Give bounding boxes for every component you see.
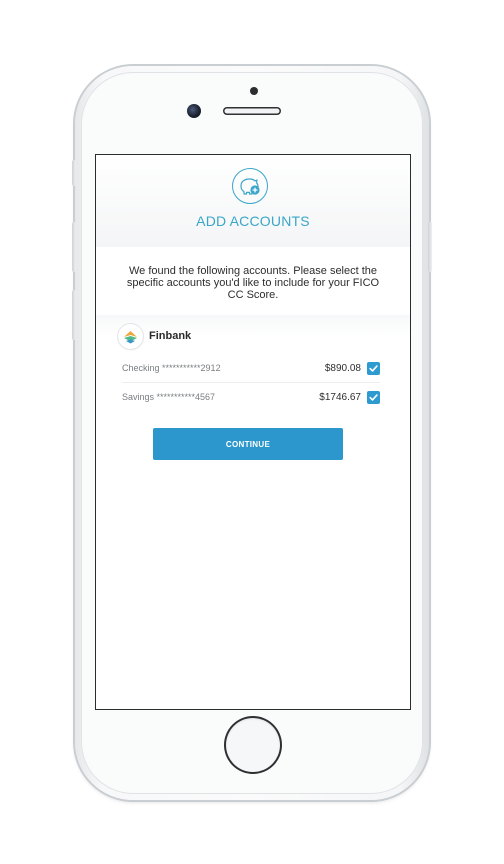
account-checkbox[interactable] [367, 361, 380, 375]
finbank-logo [118, 324, 143, 349]
account-balance: $890.08 [324, 362, 361, 374]
intro-text: We found the following accounts. Please … [126, 265, 380, 301]
continue-button[interactable]: CONTINUE [153, 428, 343, 460]
piggy-bank-add-icon [232, 168, 268, 204]
volume-up-button [72, 222, 76, 272]
volume-down-button [72, 290, 76, 340]
account-label: Checking ***********2912 [122, 363, 221, 373]
checkmark-icon [369, 393, 378, 401]
account-row-checking[interactable]: Checking ***********2912 $890.08 [122, 355, 380, 381]
account-checkbox[interactable] [367, 390, 380, 404]
header: ADD ACCOUNTS [96, 155, 410, 247]
bank-name: Finbank [149, 330, 192, 342]
proximity-sensor [250, 87, 258, 95]
app-screen: ADD ACCOUNTS We found the following acco… [95, 154, 411, 710]
mute-switch [72, 160, 76, 186]
earpiece-speaker [223, 107, 281, 115]
divider [122, 382, 380, 383]
checkmark-icon [369, 364, 378, 372]
account-row-savings[interactable]: Savings ***********4567 $1746.67 [122, 384, 380, 410]
account-label: Savings ***********4567 [122, 392, 216, 402]
home-button[interactable] [226, 718, 280, 772]
account-balance: $1746.67 [319, 391, 361, 403]
page-title: ADD ACCOUNTS [196, 213, 310, 229]
power-button [428, 222, 432, 272]
front-camera-icon [187, 104, 201, 118]
